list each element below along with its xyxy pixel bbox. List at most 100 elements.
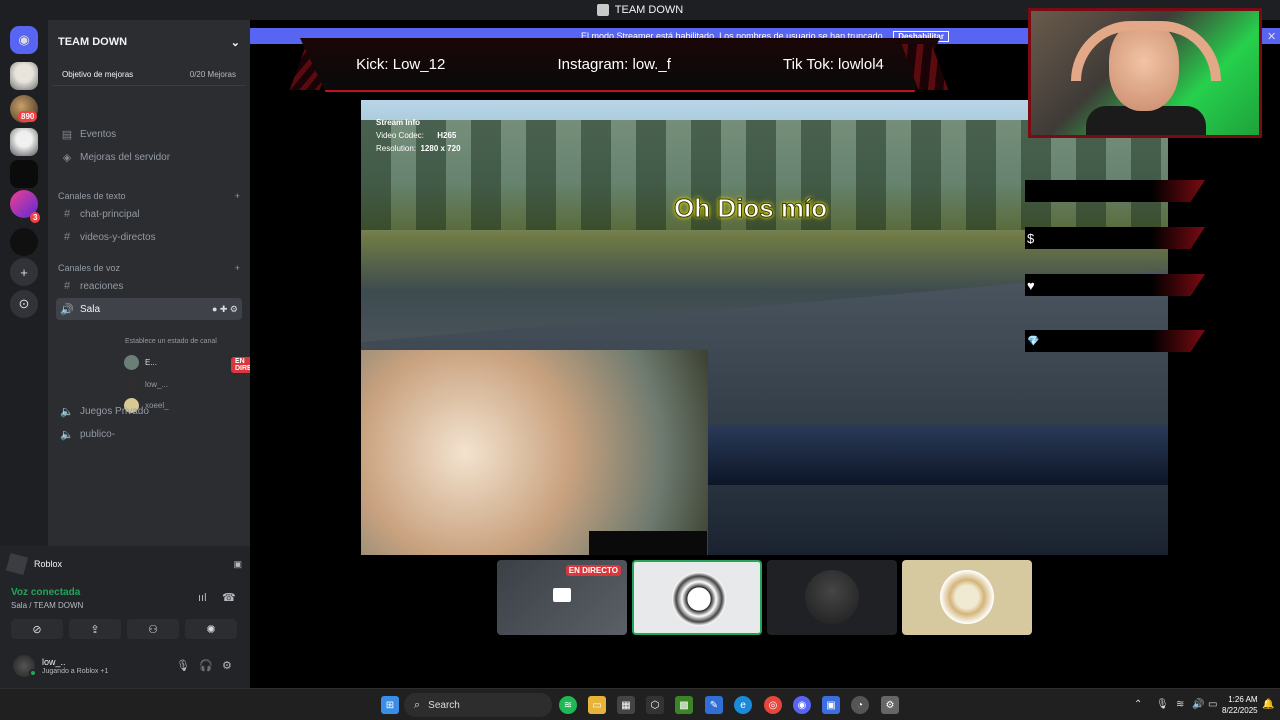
camera-off-button[interactable]: ⊘ — [11, 619, 63, 639]
boost-icon: ◈ — [62, 151, 72, 164]
activity-row[interactable]: Roblox ▣ — [5, 552, 242, 576]
close-icon[interactable]: ✕ — [1267, 30, 1276, 43]
boost-count: 0/20 Mejoras — [189, 70, 236, 79]
voice-status[interactable]: Voz conectada — [11, 587, 80, 598]
server-boosts-item[interactable]: ◈ Mejoras del servidor — [56, 147, 242, 167]
stream-info-title: Stream Info — [376, 118, 421, 127]
participant-tile[interactable] — [767, 560, 897, 635]
microphone-icon[interactable]: 🎙 — [1156, 699, 1169, 710]
diamond-icon: 💎 — [1027, 335, 1040, 347]
speaker-icon: 🔈 — [60, 405, 74, 418]
video-caption: Oh Dios mío — [673, 193, 828, 224]
app-icon[interactable]: ▣ — [822, 696, 840, 714]
search-label: Search — [428, 699, 460, 711]
edge-icon[interactable]: e — [734, 696, 752, 714]
text-category[interactable]: Canales de texto + — [58, 191, 240, 201]
server-icon[interactable] — [10, 62, 38, 90]
server-icon[interactable] — [10, 128, 38, 156]
file-explorer-icon[interactable]: ▭ — [588, 696, 606, 714]
screen-share-icon — [553, 588, 571, 602]
voice-channel-publico[interactable]: 🔈 publico- — [56, 424, 242, 444]
channel-chat-principal[interactable]: # chat-principal — [56, 204, 242, 224]
add-channel-icon[interactable]: + — [235, 191, 240, 201]
discord-home-icon[interactable]: ◉ — [10, 26, 38, 54]
stream-stage: El modo Streamer está habilitado. Los no… — [250, 8, 1280, 688]
voice-category[interactable]: Canales de voz + — [58, 263, 240, 273]
channel-sidebar: TEAM DOWN ⌄ Objetivo de mejoras 0/20 Mej… — [48, 20, 271, 546]
screen-share-button[interactable]: ⇪ — [69, 619, 121, 639]
events-label: Eventos — [80, 128, 117, 140]
discord-icon[interactable]: ◉ — [793, 696, 811, 714]
app-icon[interactable]: ✎ — [705, 696, 723, 714]
voice-user[interactable]: E... — [124, 353, 157, 371]
hud-bar-money: $ — [1025, 227, 1205, 249]
social-tiktok: Tik Tok: lowlol4 — [783, 55, 884, 73]
channel-status[interactable]: Establece un estado de canal — [125, 338, 217, 345]
voice-user-name: E... — [145, 357, 158, 367]
stream-game-icon[interactable]: ▣ — [233, 559, 242, 570]
channel-label: Juegos Privado — [80, 405, 149, 417]
app-icon[interactable]: ⬡ — [646, 696, 664, 714]
participant-tile[interactable] — [632, 560, 762, 635]
activity-game: Roblox — [34, 559, 63, 569]
clock-date: 8/22/2025 — [1222, 706, 1258, 715]
voice-channel-juegos[interactable]: 🔈 Juegos Privado — [56, 401, 242, 421]
user-name[interactable]: low_.. — [42, 657, 66, 667]
guild-header[interactable]: TEAM DOWN ⌄ — [48, 20, 250, 64]
events-item[interactable]: ▤ Eventos — [56, 124, 242, 144]
server-icon[interactable] — [10, 228, 38, 256]
voice-user[interactable]: low_... — [124, 375, 168, 393]
add-channel-icon[interactable]: + — [235, 263, 240, 273]
taskbar-search[interactable]: ⌕ Search — [404, 693, 552, 717]
resolution-value: 1280 x 720 — [420, 144, 461, 153]
settings-icon[interactable]: ⚙ — [881, 696, 899, 714]
activities-button[interactable]: ⚇ — [127, 619, 179, 639]
battery-icon[interactable]: ▭ — [1208, 699, 1217, 710]
channel-videos-y-directos[interactable]: # videos-y-directos — [56, 227, 242, 247]
video-inset-bar — [589, 531, 707, 555]
chevron-up-icon[interactable]: ⌃ — [1134, 699, 1142, 710]
channel-label: videos-y-directos — [80, 231, 156, 243]
wifi-icon[interactable]: ≋ — [1176, 699, 1184, 710]
noise-suppression-icon[interactable]: ııl — [198, 592, 207, 604]
clock-time: 1:26 AM — [1228, 695, 1258, 704]
settings-gear-icon[interactable]: ⚙ — [222, 659, 232, 672]
participant-tile[interactable] — [902, 560, 1032, 635]
hash-icon: # — [63, 208, 71, 220]
speaker-icon: 🔈 — [60, 428, 74, 441]
user-panel: Roblox ▣ Voz conectada Sala / TEAM DOWN … — [0, 546, 250, 688]
channel-actions-icon[interactable]: ● ✚ ⚙ — [212, 304, 238, 315]
obs-icon[interactable]: ◔ — [851, 696, 869, 714]
store-icon[interactable]: ▦ — [617, 696, 635, 714]
calendar-icon: ▤ — [61, 128, 73, 141]
disconnect-icon[interactable]: ☎ — [222, 591, 236, 604]
headphones-icon[interactable]: 🎧 — [199, 659, 213, 672]
notifications-icon[interactable]: 🔔 — [1262, 699, 1274, 710]
heart-icon: ♥ — [1027, 277, 1035, 293]
roblox-icon — [5, 552, 29, 576]
soundboard-button[interactable]: ✺ — [185, 619, 237, 639]
text-category-label: Canales de texto — [58, 191, 126, 201]
spotify-icon[interactable]: ≋ — [559, 696, 577, 714]
voice-channel-sala[interactable]: 🔊 Sala ● ✚ ⚙ — [56, 298, 242, 320]
boost-goal[interactable]: Objetivo de mejoras 0/20 Mejoras — [52, 64, 246, 86]
window-title: TEAM DOWN — [614, 4, 684, 16]
channel-reaciones[interactable]: # reaciones — [56, 276, 242, 296]
windows-start-icon[interactable]: ⊞ — [381, 696, 399, 714]
chevron-down-icon: ⌄ — [230, 36, 240, 49]
discover-icon[interactable]: ⊙ — [10, 290, 38, 318]
participant-tile-stream[interactable]: EN DIRECTO — [497, 560, 627, 635]
stream-info-overlay: Stream Info Video Codec: H265 Resolution… — [376, 116, 461, 155]
minecraft-icon[interactable]: ▩ — [675, 696, 693, 714]
add-server-icon[interactable]: + — [10, 258, 38, 286]
stream-video[interactable]: Stream Info Video Codec: H265 Resolution… — [361, 100, 1168, 555]
volume-icon[interactable]: 🔊 — [1192, 699, 1204, 710]
server-icon[interactable] — [10, 160, 38, 188]
boost-label: Objetivo de mejoras — [62, 70, 134, 79]
channel-label: publico- — [80, 428, 116, 440]
microphone-icon[interactable]: 🎙 — [176, 659, 190, 672]
video-inset — [361, 350, 708, 555]
taskbar-clock[interactable]: 1:26 AM 8/22/2025 — [1222, 694, 1258, 716]
avatar — [672, 572, 726, 626]
chrome-icon[interactable]: ◎ — [764, 696, 782, 714]
